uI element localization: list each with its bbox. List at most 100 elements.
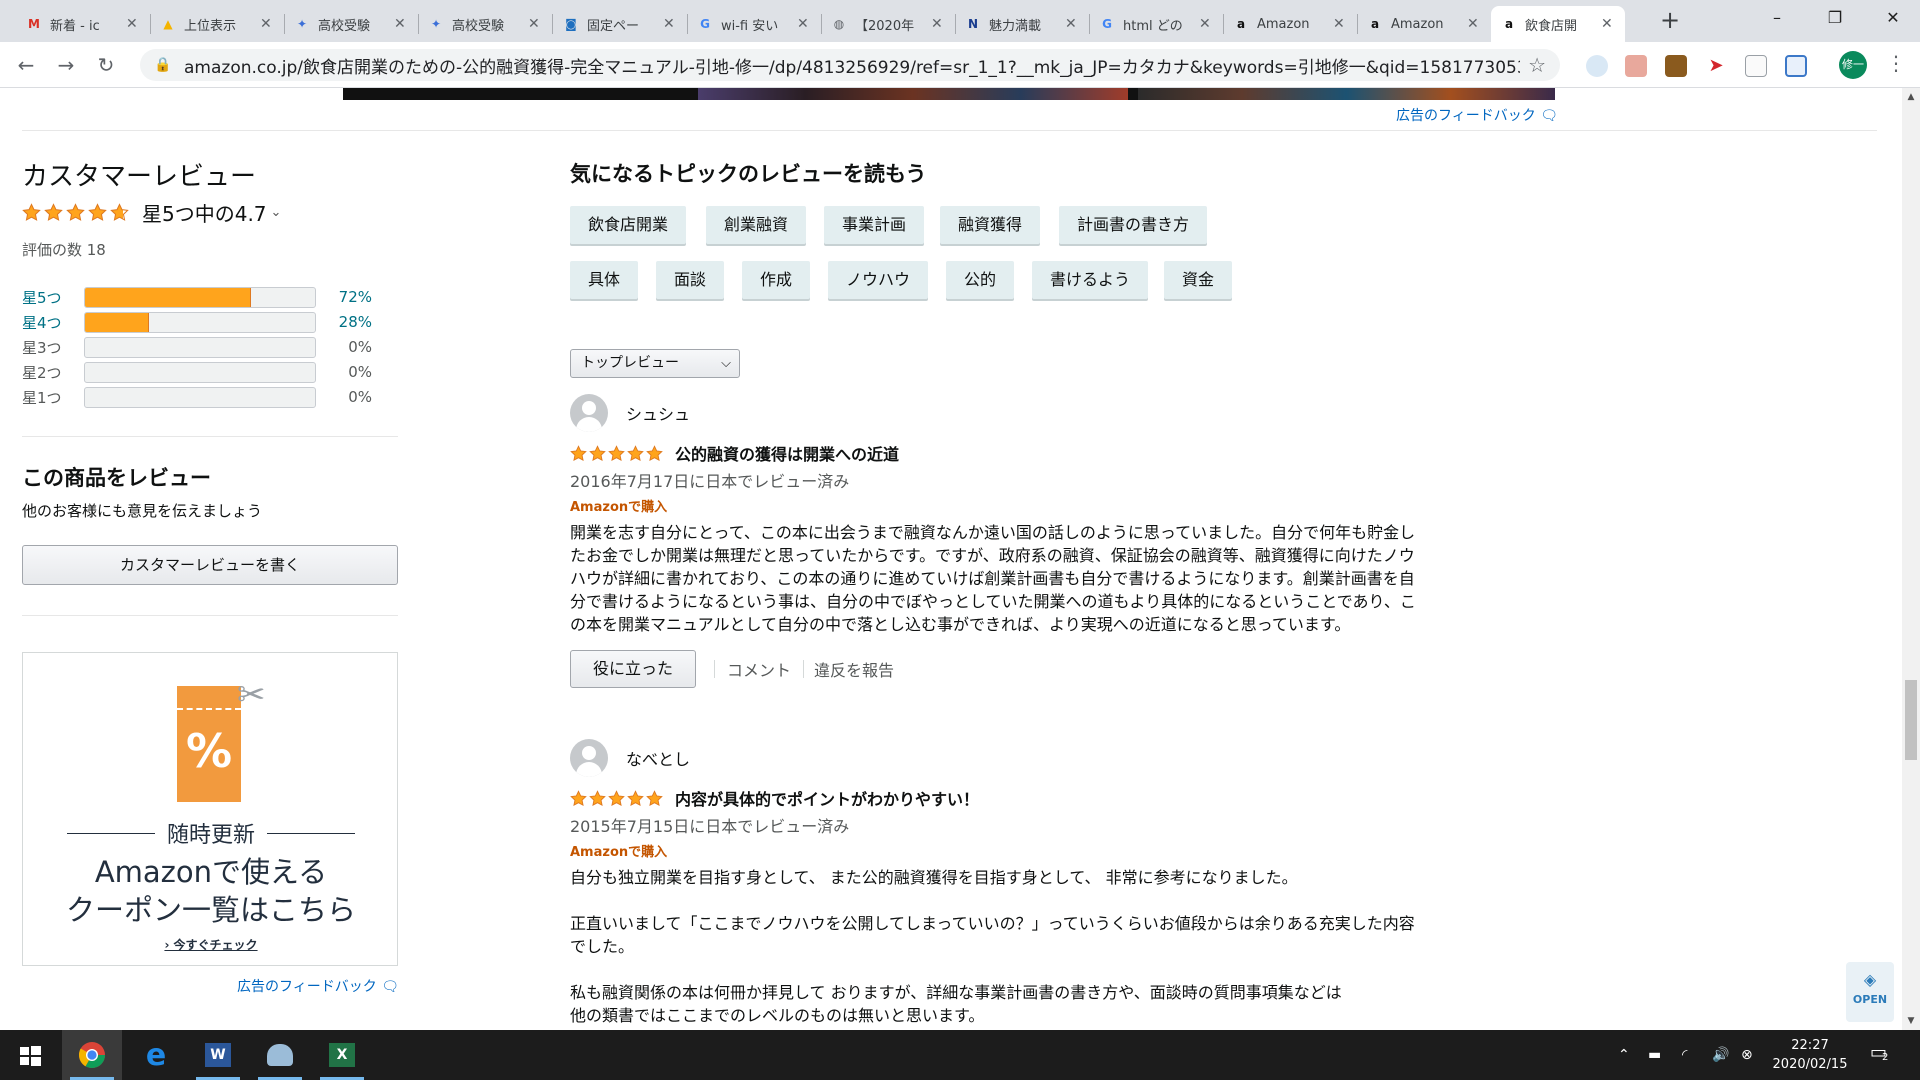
close-icon[interactable]: ✕: [1199, 16, 1213, 32]
ad-banner[interactable]: [343, 88, 1555, 100]
browser-tab[interactable]: N 魅力満載 ✕: [955, 6, 1089, 42]
review-date: 2015年7月15日に日本でレビュー済み: [570, 817, 850, 836]
ad-feedback-link[interactable]: 広告のフィードバック 🗨: [1396, 105, 1558, 125]
histogram-label[interactable]: 星5つ: [22, 287, 84, 308]
histogram-percent[interactable]: 28%: [316, 313, 372, 331]
tab-title: wi-fi 安い: [721, 18, 779, 34]
word-taskbar-button[interactable]: W: [188, 1030, 248, 1080]
write-review-button[interactable]: カスタマーレビューを書く: [22, 545, 398, 585]
extension-icon[interactable]: [1586, 55, 1608, 77]
close-icon[interactable]: ✕: [663, 16, 677, 32]
close-icon[interactable]: ✕: [1333, 16, 1347, 32]
topic-chip[interactable]: 公的: [946, 261, 1015, 299]
close-icon[interactable]: ✕: [797, 16, 811, 32]
notification-center-icon[interactable]: ▭ 2: [1870, 1042, 1896, 1068]
back-arrow-icon[interactable]: ←: [12, 51, 40, 79]
histogram-bar[interactable]: [84, 286, 316, 308]
histogram-percent[interactable]: 72%: [316, 288, 372, 306]
topic-chip[interactable]: 飲食店開業: [570, 206, 687, 244]
close-window-icon[interactable]: ✕: [1864, 0, 1920, 36]
close-icon[interactable]: ✕: [394, 16, 408, 32]
browser-tab[interactable]: a 飲食店開 ✕: [1491, 6, 1625, 42]
topic-chip[interactable]: 面談: [656, 261, 725, 299]
menu-dots-icon[interactable]: ⋮: [1886, 51, 1906, 75]
browser-tab[interactable]: ✦ 高校受験 ✕: [418, 6, 552, 42]
new-tab-button[interactable]: +: [1656, 6, 1684, 34]
app-taskbar-button[interactable]: [250, 1030, 310, 1080]
browser-tab[interactable]: ◍ 【2020年 ✕: [821, 6, 955, 42]
reviewer-name[interactable]: なべとし: [626, 746, 690, 770]
topic-chip[interactable]: 作成: [742, 261, 811, 299]
browser-tab[interactable]: ◙ 固定ペー ✕: [553, 6, 687, 42]
report-abuse-link[interactable]: 違反を報告: [814, 657, 894, 681]
topic-chip[interactable]: 計画書の書き方: [1059, 206, 1208, 244]
topic-chip[interactable]: 書けるよう: [1032, 261, 1149, 299]
sort-dropdown[interactable]: トップレビュー ⌵: [570, 349, 740, 378]
topic-chip[interactable]: 具体: [570, 261, 639, 299]
excel-taskbar-button[interactable]: X: [312, 1030, 372, 1080]
histogram-label[interactable]: 星4つ: [22, 312, 84, 333]
topic-chip[interactable]: 創業融資: [706, 206, 807, 244]
notes-extension-icon[interactable]: [1745, 55, 1767, 77]
close-icon[interactable]: ✕: [1467, 16, 1481, 32]
avatar: [570, 739, 608, 777]
browser-tab[interactable]: Gwi-fi 安い ✕: [687, 6, 821, 42]
comment-link[interactable]: コメント: [727, 657, 791, 681]
browser-tab[interactable]: ▲ 上位表示 ✕: [150, 6, 284, 42]
close-icon[interactable]: ✕: [126, 16, 140, 32]
scroll-up-arrow-icon[interactable]: ▲: [1902, 88, 1920, 106]
scissors-icon: ✂: [237, 675, 266, 715]
coupon-ad[interactable]: % ✂ 随時更新 Amazonで使える クーポン一覧はこちら › 今すぐチェック: [22, 652, 398, 966]
reload-icon[interactable]: ↻: [92, 51, 120, 79]
scrollbar[interactable]: ▲ ▼: [1902, 88, 1920, 1030]
bookmark-star-icon[interactable]: ☆: [1528, 53, 1546, 77]
browser-tab[interactable]: M 新着 - ic ✕: [16, 6, 150, 42]
close-icon[interactable]: ✕: [931, 16, 945, 32]
reviewer-name[interactable]: シュシュ: [626, 401, 690, 425]
histogram-row[interactable]: 星5つ 72%: [22, 286, 372, 308]
browser-tab[interactable]: a Amazon ✕: [1357, 6, 1491, 42]
topic-chip[interactable]: 資金: [1164, 261, 1233, 299]
browser-tab[interactable]: a Amazon ✕: [1223, 6, 1357, 42]
scroll-down-arrow-icon[interactable]: ▼: [1902, 1012, 1920, 1030]
histogram-row[interactable]: 星4つ 28%: [22, 311, 372, 333]
topic-chip[interactable]: ノウハウ: [828, 261, 929, 299]
close-icon[interactable]: ✕: [528, 16, 542, 32]
minimize-icon[interactable]: –: [1748, 0, 1806, 36]
close-icon[interactable]: ✕: [260, 16, 274, 32]
close-icon[interactable]: ✕: [1601, 16, 1615, 32]
browser-tab[interactable]: Ghtml どの ✕: [1089, 6, 1223, 42]
edge-taskbar-button[interactable]: e: [126, 1030, 186, 1080]
volume-icon[interactable]: 🔊: [1712, 1030, 1729, 1080]
input-method-icon[interactable]: ⊗: [1741, 1030, 1753, 1080]
extension-icon[interactable]: [1665, 55, 1687, 77]
topic-chip[interactable]: 事業計画: [824, 206, 925, 244]
average-rating[interactable]: 星5つ中の4.7 ⌄: [22, 198, 281, 227]
chrome-taskbar-button[interactable]: [62, 1030, 122, 1080]
histogram-bar[interactable]: [84, 311, 316, 333]
address-bar[interactable]: 🔒 amazon.co.jp/飲食店開業のための-公的融資獲得-完全マニュアル-…: [140, 49, 1560, 81]
start-button[interactable]: [0, 1030, 60, 1080]
scrollbar-thumb[interactable]: [1905, 680, 1917, 760]
battery-icon[interactable]: ▬: [1648, 1030, 1661, 1080]
review-title[interactable]: 公的融資の獲得は開業への近道: [675, 441, 899, 465]
review-title[interactable]: 内容が具体的でポイントがわかりやすい！: [675, 786, 979, 810]
extension-icon[interactable]: [1625, 55, 1647, 77]
show-hidden-icons[interactable]: ⌃: [1618, 1030, 1630, 1080]
send-extension-icon[interactable]: ➤: [1705, 55, 1727, 77]
url-text[interactable]: amazon.co.jp/飲食店開業のための-公的融資獲得-完全マニュアル-引地…: [184, 53, 1520, 78]
topic-chip[interactable]: 融資獲得: [940, 206, 1041, 244]
profile-avatar[interactable]: 修一: [1839, 51, 1867, 79]
taskbar-clock[interactable]: 22:27 2020/02/15: [1760, 1036, 1860, 1074]
maximize-icon[interactable]: ❐: [1806, 0, 1864, 36]
open-widget[interactable]: ◈ OPEN: [1846, 962, 1894, 1022]
close-icon[interactable]: ✕: [1065, 16, 1079, 32]
wifi-icon[interactable]: ◜: [1682, 1030, 1687, 1080]
coupon-check-link[interactable]: › 今すぐチェック: [23, 936, 399, 953]
ad-feedback-link[interactable]: 広告のフィードバック 🗨: [237, 976, 399, 996]
browser-tab[interactable]: ✦ 高校受験 ✕: [284, 6, 418, 42]
chrome-icon: [78, 1042, 106, 1069]
forward-arrow-icon[interactable]: →: [52, 51, 80, 79]
extension-icon[interactable]: [1785, 55, 1807, 77]
helpful-button[interactable]: 役に立った: [570, 650, 697, 688]
